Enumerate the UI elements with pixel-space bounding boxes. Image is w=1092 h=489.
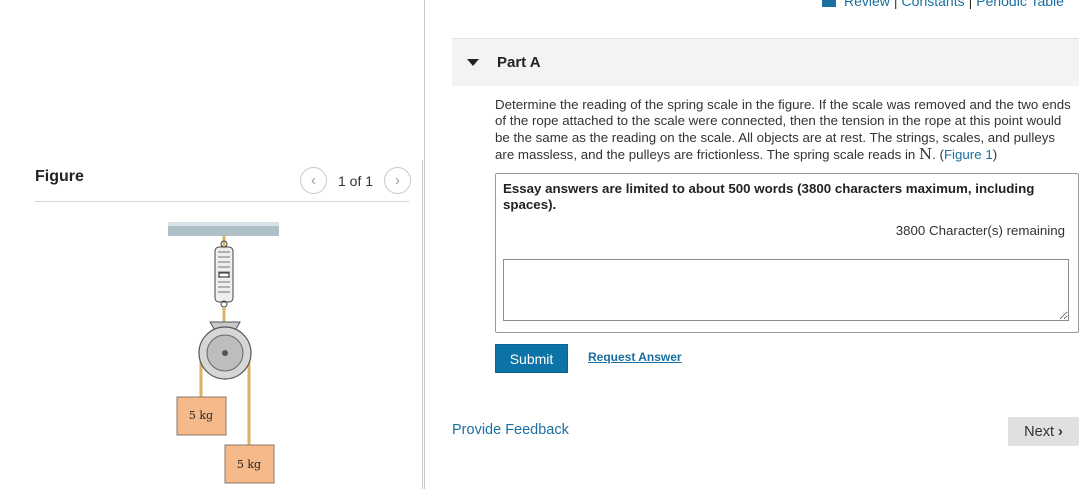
chevron-right-icon: ›: [1057, 423, 1063, 440]
next-label: Next: [1024, 423, 1054, 440]
constants-link[interactable]: Constants: [902, 0, 965, 9]
figure-divider: [35, 201, 409, 202]
figure-pager: ‹ 1 of 1 ›: [300, 167, 412, 194]
pulley: [198, 326, 252, 380]
figure-next-button[interactable]: ›: [384, 167, 412, 194]
figure-link[interactable]: Figure 1: [944, 147, 993, 162]
chevron-left-icon: ‹: [311, 172, 316, 189]
mass-block-right: 5 kg: [224, 444, 275, 484]
book-icon: [822, 0, 836, 8]
unit-symbol: N: [918, 144, 933, 163]
chevron-right-icon: ›: [395, 172, 401, 189]
provide-feedback-link[interactable]: Provide Feedback: [452, 422, 569, 438]
mass-label-right: 5 kg: [237, 458, 261, 471]
figure-panel-border: [422, 160, 423, 489]
review-link[interactable]: Review: [844, 0, 890, 9]
characters-remaining: 3800 Character(s) remaining: [895, 223, 1065, 238]
essay-limit-note: Essay answers are limited to about 500 w…: [503, 181, 1035, 212]
part-title: Part A: [497, 54, 541, 71]
figure-pager-text: 1 of 1: [338, 172, 374, 189]
mass-block-left: 5 kg: [176, 396, 227, 436]
essay-answer-input[interactable]: [503, 259, 1069, 321]
submit-button[interactable]: Submit: [495, 344, 568, 373]
question-panel: Review | Constants | Periodic Table Part A D…: [425, 0, 1092, 489]
mass-label-left: 5 kg: [189, 409, 213, 422]
next-button[interactable]: Next ›: [1008, 417, 1079, 446]
figure-title: Figure: [35, 168, 84, 185]
figure-panel: Figure ‹ 1 of 1 › 5 kg 5 kg: [0, 0, 425, 489]
spring-scale: [214, 240, 234, 308]
request-answer-link[interactable]: Request Answer: [588, 350, 682, 364]
essay-answer-box: Essay answers are limited to about 500 w…: [495, 173, 1079, 333]
caret-down-icon[interactable]: [467, 59, 479, 66]
figure-prev-button[interactable]: ‹: [300, 167, 327, 194]
periodic-table-link[interactable]: Periodic Table: [976, 0, 1064, 9]
part-a-header[interactable]: Part A: [452, 38, 1079, 86]
pulley-figure: 5 kg 5 kg: [168, 222, 279, 484]
question-text: Determine the reading of the spring scal…: [495, 97, 1071, 163]
top-links: Review | Constants | Periodic Table: [822, 0, 1064, 9]
